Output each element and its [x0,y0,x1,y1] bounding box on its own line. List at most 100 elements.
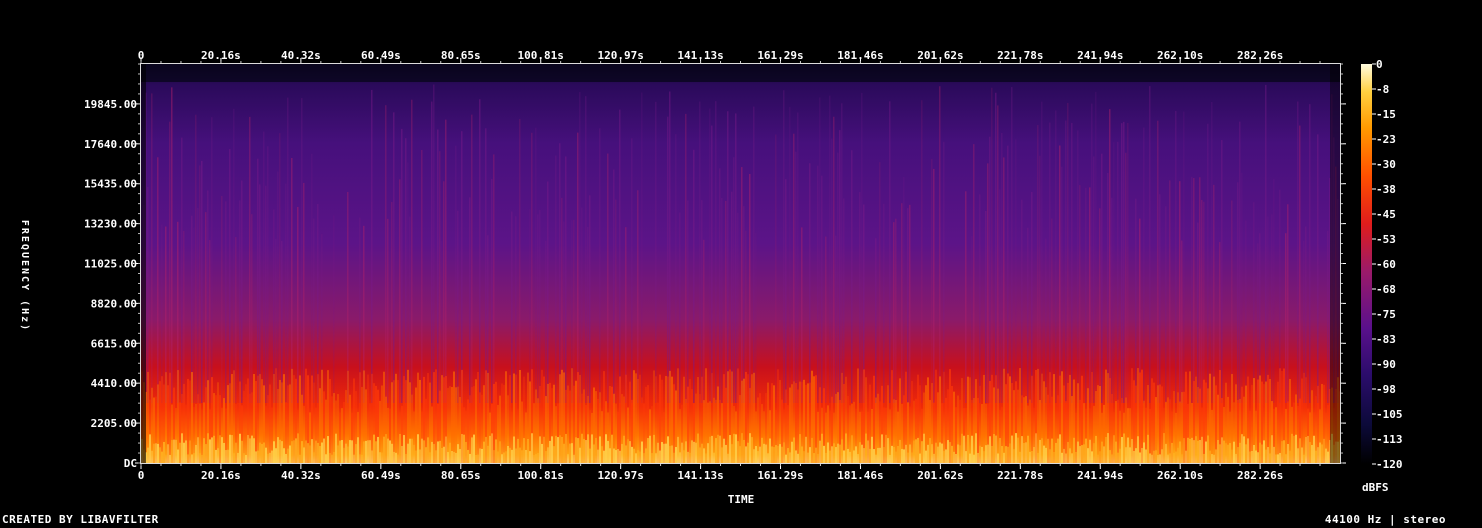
bass-band [465,442,467,463]
bass-band [1079,446,1081,463]
bass-band [1205,441,1207,463]
x-tick-label-top: 20.16s [201,49,241,62]
bass-band [743,439,745,463]
bass-band [607,440,609,463]
bass-band [595,437,597,463]
bass-band [285,453,287,463]
bass-band [593,444,595,463]
low-band [567,385,569,463]
bass-band [861,444,863,463]
bass-band [347,446,349,463]
energy-streak [511,211,513,403]
energy-streak [439,151,441,403]
bass-band [1059,434,1061,463]
bass-band [395,452,397,463]
energy-streak [675,134,677,403]
bass-band [359,454,361,463]
bass-band [1203,453,1205,463]
bass-band [233,453,235,463]
energy-streak [821,175,823,403]
energy-streak [257,158,259,403]
bass-band [1323,438,1325,463]
bass-band [1151,454,1153,463]
bass-band [187,454,189,463]
bass-band [935,442,937,463]
colorbar-tick-label: -90 [1376,358,1396,371]
energy-streak [641,92,643,403]
bass-band [1217,439,1219,463]
bass-band [937,446,939,463]
bass-band [1129,447,1131,463]
energy-streak [735,113,737,403]
energy-streak [297,206,299,403]
energy-streak [999,189,1001,403]
bass-band [703,448,705,463]
bass-band [675,447,677,463]
bass-band [151,450,153,463]
bass-band [179,442,181,463]
bass-band [591,434,593,463]
bass-band [267,453,269,463]
bass-band [385,434,387,463]
colorbar-tick-label: -83 [1376,333,1396,346]
bass-band [891,445,893,463]
x-tick-label-top: 282.26s [1237,49,1283,62]
energy-streak [1003,157,1005,403]
bass-band [587,434,589,463]
bass-band [269,452,271,463]
low-band [353,378,355,463]
bass-band [767,453,769,463]
bass-band [995,435,997,463]
low-band [395,373,397,463]
bass-band [493,450,495,463]
energy-streak [1207,123,1209,403]
bass-band [193,453,195,463]
energy-streak [817,165,819,403]
energy-streak [833,116,835,404]
bass-band [1159,454,1161,463]
bass-band [495,439,497,463]
bass-band [1201,436,1203,463]
bass-band [859,442,861,463]
bass-band [167,444,169,463]
energy-streak [1055,110,1057,404]
bass-band [413,444,415,463]
bass-band [1175,451,1177,463]
energy-streak [693,149,695,403]
bass-band [1137,436,1139,463]
bass-band [1105,436,1107,463]
energy-streak [875,238,877,403]
bass-band [425,447,427,463]
bass-band [311,439,313,463]
bass-band [721,447,723,463]
bass-band [1169,453,1171,463]
bass-band [483,441,485,463]
bass-band [1251,451,1253,463]
bass-band [575,437,577,463]
bass-band [1049,449,1051,463]
bass-band [819,440,821,463]
bass-band [811,437,813,463]
bass-band [543,436,545,463]
energy-streak [1191,176,1193,403]
bass-band [447,452,449,463]
bass-band [339,440,341,463]
bass-band [541,443,543,463]
x-tick-label-bottom: 262.10s [1157,469,1203,482]
bass-band [1163,433,1165,463]
bass-band [207,433,209,463]
bass-band [487,445,489,463]
bass-band [613,448,615,463]
energy-streak [921,100,923,403]
bass-band [771,446,773,463]
energy-streak [989,136,991,404]
energy-streak [1193,178,1195,403]
bass-band [729,435,731,463]
energy-streak [547,181,549,403]
bass-band [423,440,425,463]
low-band [639,374,641,463]
bass-band [749,433,751,463]
low-band [673,384,675,463]
bass-band [1313,435,1315,463]
energy-streak [1099,208,1101,403]
